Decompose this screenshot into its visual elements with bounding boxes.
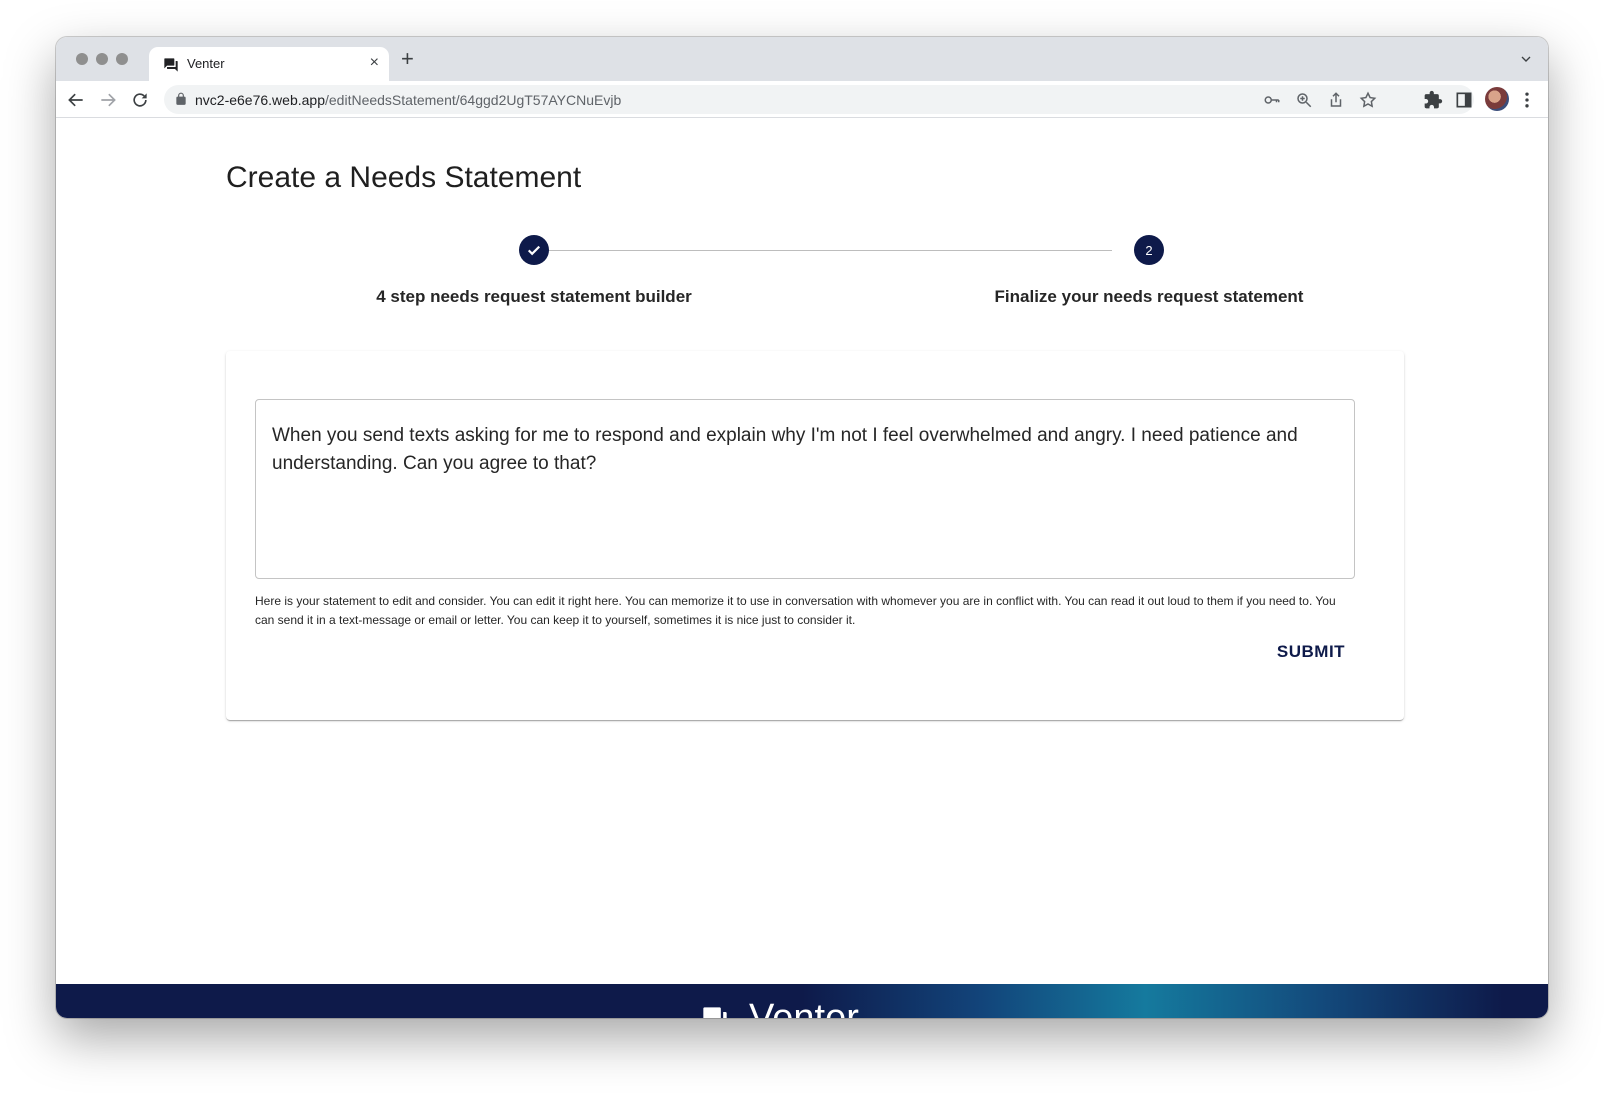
chevron-down-icon[interactable] bbox=[1518, 51, 1534, 67]
profile-avatar[interactable] bbox=[1485, 87, 1509, 111]
browser-window: Venter × + nvc2-e6e76.web.app/editNeedsS… bbox=[56, 37, 1548, 1018]
step-1-label[interactable]: 4 step needs request statement builder bbox=[376, 287, 692, 307]
new-tab-button[interactable]: + bbox=[401, 48, 414, 70]
forward-arrow-icon[interactable] bbox=[98, 90, 118, 110]
statement-textarea[interactable]: When you send texts asking for me to res… bbox=[255, 399, 1355, 579]
bookmark-star-icon[interactable] bbox=[1359, 91, 1377, 109]
tab-venter[interactable]: Venter × bbox=[149, 47, 389, 81]
helper-text: Here is your statement to edit and consi… bbox=[255, 594, 1336, 627]
tab-title: Venter bbox=[187, 56, 225, 71]
url-path: /editNeedsStatement/64ggd2UgT57AYCNuEvjb bbox=[325, 92, 622, 108]
key-icon[interactable] bbox=[1263, 91, 1281, 109]
zoom-icon[interactable] bbox=[1295, 91, 1313, 109]
url-text[interactable]: nvc2-e6e76.web.app/editNeedsStatement/64… bbox=[195, 92, 621, 108]
submit-button[interactable]: SUBMIT bbox=[1266, 634, 1356, 670]
back-arrow-icon[interactable] bbox=[66, 90, 86, 110]
share-icon[interactable] bbox=[1327, 91, 1345, 109]
chat-bubbles-icon bbox=[164, 58, 178, 72]
step-2-label[interactable]: Finalize your needs request statement bbox=[995, 287, 1304, 307]
zoom-window-button[interactable] bbox=[116, 53, 128, 65]
tab-close-icon[interactable]: × bbox=[370, 54, 379, 72]
check-icon bbox=[527, 245, 541, 256]
kebab-menu-icon[interactable] bbox=[1517, 90, 1537, 110]
reload-icon[interactable] bbox=[130, 90, 150, 110]
footer-logo[interactable]: Venter bbox=[701, 998, 859, 1018]
tab-strip: Venter × + bbox=[56, 37, 1548, 81]
address-bar[interactable]: nvc2-e6e76.web.app/editNeedsStatement/64… bbox=[164, 85, 1474, 114]
page-title: Create a Needs Statement bbox=[226, 161, 582, 194]
url-host: nvc2-e6e76.web.app bbox=[195, 92, 325, 108]
page-content: Create a Needs Statement 2 4 step needs … bbox=[56, 119, 1548, 1018]
footer-brand-text: Venter bbox=[749, 997, 859, 1018]
stepper-connector bbox=[536, 250, 1112, 251]
step-2-indicator[interactable]: 2 bbox=[1134, 235, 1164, 265]
extensions-puzzle-icon[interactable] bbox=[1423, 90, 1443, 110]
lock-icon[interactable] bbox=[174, 92, 188, 106]
statement-card: When you send texts asking for me to res… bbox=[226, 351, 1404, 720]
footer: Venter bbox=[56, 984, 1548, 1018]
chat-bubbles-icon bbox=[703, 1007, 727, 1018]
side-panel-icon[interactable] bbox=[1454, 90, 1474, 110]
step-1-indicator[interactable] bbox=[519, 235, 549, 265]
minimize-window-button[interactable] bbox=[96, 53, 108, 65]
browser-toolbar: nvc2-e6e76.web.app/editNeedsStatement/64… bbox=[56, 81, 1548, 118]
close-window-button[interactable] bbox=[76, 53, 88, 65]
